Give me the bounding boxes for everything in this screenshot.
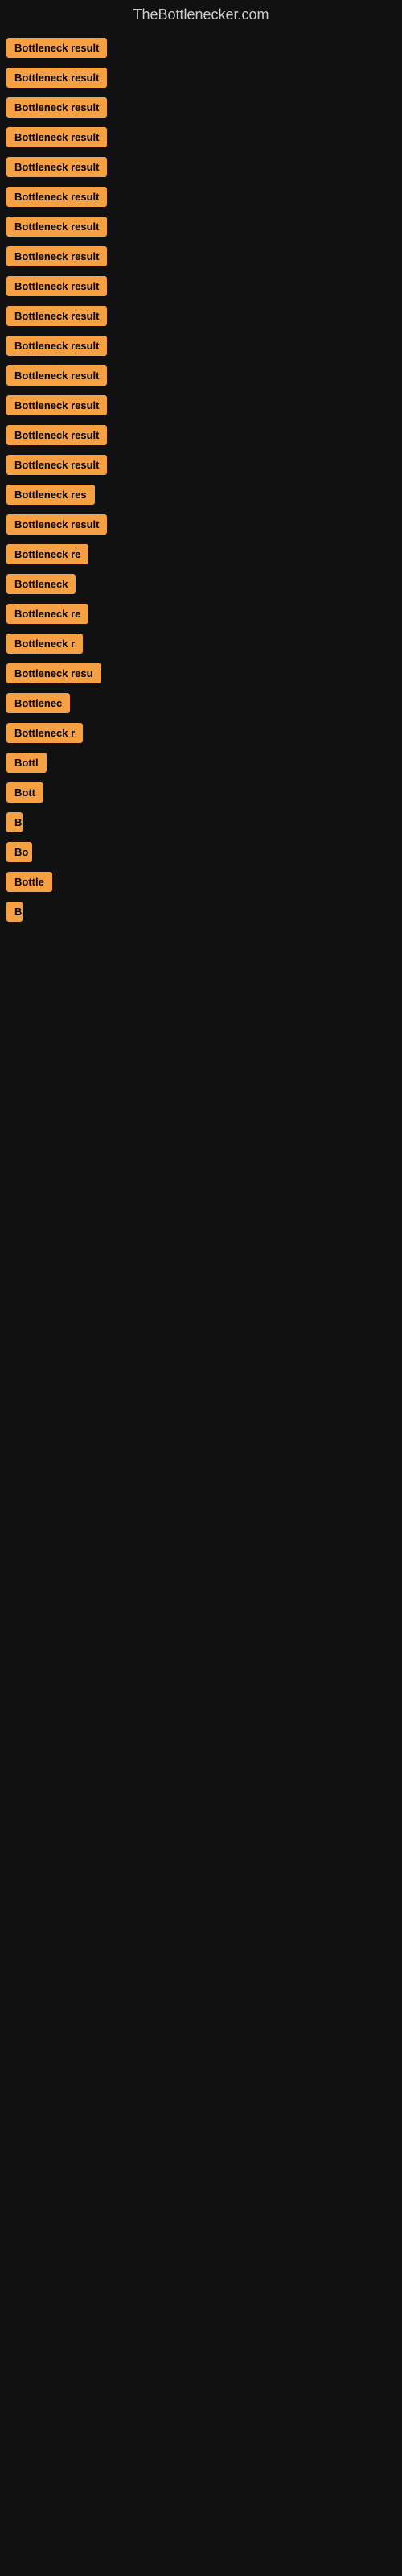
list-item: Bott: [6, 782, 396, 803]
bottleneck-badge[interactable]: Bott: [6, 782, 43, 803]
bottleneck-badge[interactable]: Bottleneck result: [6, 365, 107, 386]
list-item: Bottleneck re: [6, 544, 396, 564]
list-item: Bottleneck re: [6, 604, 396, 624]
items-container: Bottleneck result Bottleneck result Bottle…: [0, 33, 402, 959]
bottleneck-badge[interactable]: Bottleneck re: [6, 604, 88, 624]
list-item: Bottl: [6, 753, 396, 773]
list-item: Bottleneck result: [6, 336, 396, 356]
list-item: Bottleneck result: [6, 38, 396, 58]
bottleneck-badge[interactable]: Bottleneck r: [6, 634, 83, 654]
list-item: Bottleneck result: [6, 97, 396, 118]
bottleneck-badge[interactable]: B: [6, 812, 23, 832]
list-item: Bo: [6, 842, 396, 862]
list-item: Bottle: [6, 872, 396, 892]
list-item: Bottleneck resu: [6, 663, 396, 683]
bottleneck-badge[interactable]: Bottlenec: [6, 693, 70, 713]
bottleneck-badge[interactable]: Bottleneck res: [6, 485, 95, 505]
bottleneck-badge[interactable]: Bo: [6, 842, 32, 862]
bottleneck-badge[interactable]: Bottleneck result: [6, 68, 107, 88]
bottleneck-badge[interactable]: Bottleneck result: [6, 217, 107, 237]
bottleneck-badge[interactable]: Bottleneck result: [6, 246, 107, 266]
bottleneck-badge[interactable]: Bottl: [6, 753, 47, 773]
list-item: Bottleneck result: [6, 276, 396, 296]
bottleneck-badge[interactable]: Bottle: [6, 872, 52, 892]
bottleneck-badge[interactable]: Bottleneck result: [6, 514, 107, 535]
bottleneck-badge[interactable]: Bottleneck result: [6, 127, 107, 147]
list-item: Bottleneck result: [6, 514, 396, 535]
bottleneck-badge[interactable]: Bottleneck: [6, 574, 76, 594]
list-item: Bottleneck: [6, 574, 396, 594]
bottleneck-badge[interactable]: Bottleneck result: [6, 455, 107, 475]
bottleneck-badge[interactable]: Bottleneck result: [6, 395, 107, 415]
bottleneck-badge[interactable]: Bottleneck result: [6, 187, 107, 207]
list-item: B: [6, 812, 396, 832]
bottleneck-badge[interactable]: Bottleneck result: [6, 97, 107, 118]
bottleneck-badge[interactable]: Bottleneck result: [6, 336, 107, 356]
list-item: Bottleneck result: [6, 157, 396, 177]
bottleneck-badge[interactable]: Bottleneck resu: [6, 663, 101, 683]
list-item: Bottleneck result: [6, 306, 396, 326]
list-item: Bottleneck result: [6, 425, 396, 445]
bottleneck-badge[interactable]: B: [6, 902, 23, 922]
site-title: TheBottlenecker.com: [0, 0, 402, 33]
bottleneck-badge[interactable]: Bottleneck re: [6, 544, 88, 564]
list-item: Bottleneck res: [6, 485, 396, 505]
list-item: Bottleneck r: [6, 634, 396, 654]
bottleneck-badge[interactable]: Bottleneck result: [6, 38, 107, 58]
bottleneck-badge[interactable]: Bottleneck r: [6, 723, 83, 743]
list-item: Bottleneck result: [6, 68, 396, 88]
bottleneck-badge[interactable]: Bottleneck result: [6, 276, 107, 296]
list-item: Bottleneck result: [6, 455, 396, 475]
bottleneck-badge[interactable]: Bottleneck result: [6, 306, 107, 326]
list-item: Bottleneck result: [6, 246, 396, 266]
list-item: Bottleneck result: [6, 187, 396, 207]
list-item: B: [6, 902, 396, 922]
list-item: Bottleneck result: [6, 217, 396, 237]
list-item: Bottleneck r: [6, 723, 396, 743]
list-item: Bottleneck result: [6, 365, 396, 386]
bottleneck-badge[interactable]: Bottleneck result: [6, 425, 107, 445]
bottleneck-badge[interactable]: Bottleneck result: [6, 157, 107, 177]
list-item: Bottleneck result: [6, 127, 396, 147]
list-item: Bottleneck result: [6, 395, 396, 415]
list-item: Bottlenec: [6, 693, 396, 713]
